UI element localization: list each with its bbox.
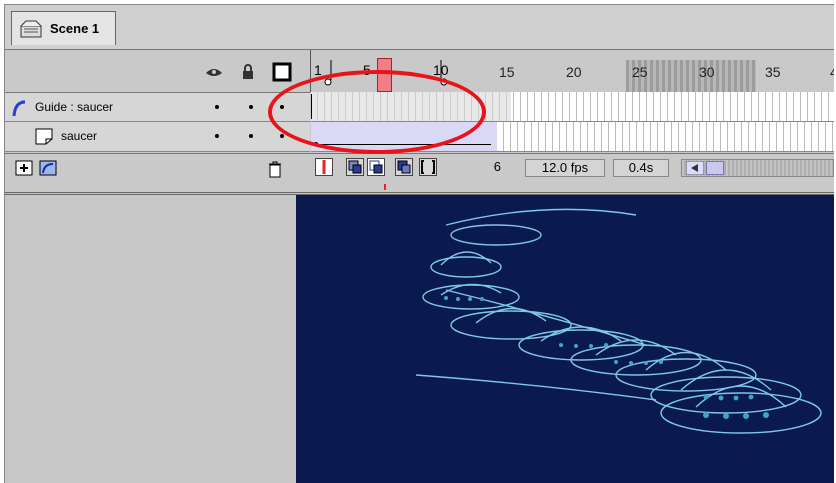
scroll-thumb[interactable] bbox=[706, 161, 724, 175]
onion-skin-outlines-button[interactable] bbox=[367, 158, 385, 176]
lock-dot[interactable] bbox=[249, 134, 253, 138]
edit-multiple-frames-icon bbox=[397, 160, 411, 174]
modify-onion-markers-button[interactable] bbox=[419, 158, 437, 176]
visibility-dot[interactable] bbox=[215, 134, 219, 138]
timeline-scrollbar[interactable] bbox=[681, 159, 834, 177]
lock-dot[interactable] bbox=[249, 105, 253, 109]
ruler-label-35: 35 bbox=[765, 64, 781, 80]
layer-icon bbox=[35, 128, 53, 145]
visibility-dot[interactable] bbox=[215, 105, 219, 109]
layer-saucer[interactable]: saucer bbox=[5, 122, 310, 152]
ruler-label-40: 40 bbox=[830, 64, 834, 80]
scroll-left-arrow-icon[interactable] bbox=[686, 161, 704, 175]
outline-dot[interactable] bbox=[280, 134, 284, 138]
frame-rate-display: 12.0 fps bbox=[525, 159, 605, 177]
layer-name: saucer bbox=[61, 129, 98, 143]
guide-layer-icon bbox=[12, 100, 26, 117]
ruler-label-15: 15 bbox=[499, 64, 515, 80]
scene-icon bbox=[20, 20, 42, 37]
timeline-panel: 1 5 10 15 20 25 30 35 40 Guide : saucer bbox=[5, 50, 834, 190]
current-frame-display: 6 bbox=[493, 159, 501, 174]
layer-header bbox=[5, 50, 305, 92]
add-layer-icon[interactable] bbox=[15, 160, 35, 178]
ruler-label-25: 25 bbox=[632, 64, 648, 80]
scene-tab[interactable]: Scene 1 bbox=[11, 11, 116, 45]
center-frame-icon bbox=[322, 160, 326, 174]
center-frame-button[interactable] bbox=[315, 158, 333, 176]
onion-skin-outlines-icon bbox=[369, 160, 383, 174]
timeline-controls: 6 12.0 fps 0.4s bbox=[5, 153, 834, 184]
edit-multiple-frames-button[interactable] bbox=[395, 158, 413, 176]
scene-bar: Scene 1 bbox=[5, 5, 834, 50]
layer-name: Guide : saucer bbox=[35, 100, 114, 114]
saucer-onion-frames bbox=[415, 208, 822, 434]
eye-icon[interactable] bbox=[205, 64, 223, 80]
onion-markers-highlight bbox=[268, 70, 486, 154]
modify-onion-markers-icon bbox=[421, 160, 435, 174]
outline-icon[interactable] bbox=[272, 62, 292, 82]
add-guide-icon[interactable] bbox=[39, 160, 59, 178]
stage[interactable] bbox=[296, 195, 834, 483]
lock-icon[interactable] bbox=[239, 64, 257, 80]
trash-icon[interactable] bbox=[267, 160, 283, 178]
elapsed-time-display: 0.4s bbox=[613, 159, 669, 177]
onion-skin-button[interactable] bbox=[346, 158, 364, 176]
layer-guide-saucer[interactable]: Guide : saucer bbox=[5, 92, 310, 122]
onion-skin-icon bbox=[348, 160, 362, 174]
work-area bbox=[5, 192, 834, 483]
flash-window: Scene 1 1 5 10 15 20 25 30 35 Guide: sa… bbox=[4, 4, 834, 483]
ruler-label-30: 30 bbox=[699, 64, 715, 80]
scene-label: Scene 1 bbox=[50, 21, 100, 36]
ruler-label-20: 20 bbox=[566, 64, 582, 80]
